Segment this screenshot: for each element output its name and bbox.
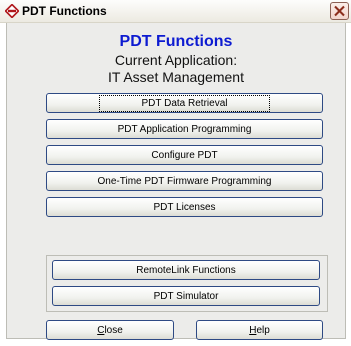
help-rest: elp	[256, 324, 270, 336]
configure-pdt-button[interactable]: Configure PDT	[46, 145, 323, 165]
pdt-simulator-label: PDT Simulator	[153, 290, 219, 302]
close-rest: lose	[104, 324, 123, 336]
current-application-label: Current Application:	[114, 52, 238, 68]
pdt-licenses-button[interactable]: PDT Licenses	[46, 197, 323, 217]
close-icon	[334, 5, 345, 17]
help-button-label: Help	[249, 325, 270, 336]
pdt-data-retrieval-button[interactable]: PDT Data Retrieval	[46, 93, 323, 113]
window-title: PDT Functions	[22, 4, 107, 18]
firmware-programming-label: One-Time PDT Firmware Programming	[97, 175, 272, 187]
pdt-licenses-label: PDT Licenses	[153, 201, 216, 213]
title-bar[interactable]: PDT Functions	[0, 0, 351, 23]
window-close-button[interactable]	[330, 2, 349, 20]
configure-pdt-label: Configure PDT	[151, 149, 218, 161]
pdt-functions-window: PDT Functions PDT Functions Current Appl…	[0, 0, 351, 346]
help-button[interactable]: Help	[196, 320, 323, 340]
page-title: PDT Functions	[119, 33, 233, 50]
pdt-data-retrieval-label: PDT Data Retrieval	[98, 94, 271, 112]
close-button-label: Close	[97, 325, 123, 336]
remotelink-functions-button[interactable]: RemoteLink Functions	[52, 260, 320, 280]
firmware-programming-button[interactable]: One-Time PDT Firmware Programming	[46, 171, 323, 191]
remotelink-functions-label: RemoteLink Functions	[136, 264, 236, 276]
close-button[interactable]: Close	[46, 320, 174, 340]
pdt-application-programming-button[interactable]: PDT Application Programming	[46, 119, 323, 139]
current-application-name: IT Asset Management	[108, 69, 244, 85]
pdt-simulator-button[interactable]: PDT Simulator	[52, 286, 320, 306]
app-diamond-icon	[5, 4, 19, 18]
pdt-application-programming-label: PDT Application Programming	[117, 123, 252, 135]
